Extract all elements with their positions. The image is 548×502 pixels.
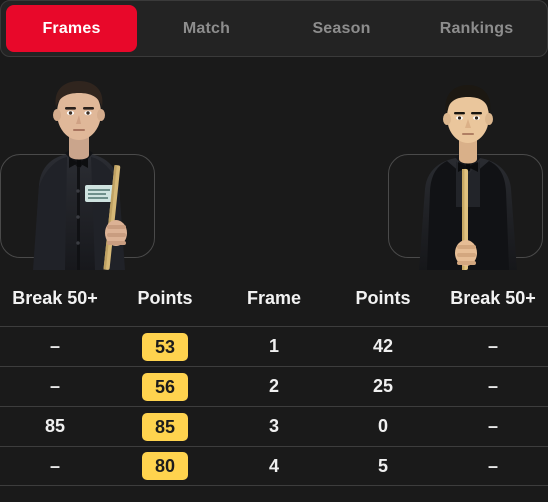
tab-season[interactable]: Season [276,5,407,52]
cell-points-right: 25 [372,376,394,396]
cell-break-left: – [49,455,60,476]
cell-break-right: – [487,416,498,436]
cell-break-right: – [487,455,498,476]
players-section [0,57,548,270]
cell-points-left: 85 [142,412,188,441]
cell-frame: 2 [268,376,279,396]
cell-points-left: 80 [142,452,188,480]
cell-break-left: – [49,336,60,356]
frames-screen: Frames Match Season Rankings Break 50+ P… [0,0,548,502]
header-break-left: Break 50+ [12,287,98,308]
cell-points-right: 42 [372,336,394,356]
cell-break-left: – [49,376,60,396]
tab-frames-label: Frames [42,19,101,37]
tab-bar: Frames Match Season Rankings [0,0,548,57]
player-photo-right-icon [383,57,548,270]
table-row[interactable]: – 56 2 25 – [0,366,548,406]
cell-frame: 3 [268,416,279,436]
tab-match-label: Match [182,19,231,37]
cell-break-left: 85 [44,416,66,436]
header-points-right: Points [355,287,411,308]
header-points-left: Points [137,287,193,308]
table-row[interactable]: 85 85 3 0 – [0,406,548,446]
table-header-row: Break 50+ Points Frame Points Break 50+ [0,270,548,326]
table-row[interactable]: – 53 1 42 – [0,326,548,366]
cell-break-right: – [487,376,498,396]
tab-rankings[interactable]: Rankings [411,5,542,52]
cell-frame: 1 [268,336,279,356]
tab-frames[interactable]: Frames [6,5,137,52]
frames-table: Break 50+ Points Frame Points Break 50+ … [0,270,548,486]
tab-match[interactable]: Match [141,5,272,52]
cell-points-left: 53 [142,332,188,361]
cell-points-right: 5 [377,455,388,476]
header-frame: Frame [246,287,302,308]
header-break-right: Break 50+ [450,287,536,308]
player-photo-left-icon [0,57,165,270]
player-right[interactable] [383,57,548,270]
tab-season-label: Season [312,19,371,37]
player-left[interactable] [0,57,165,270]
cell-break-right: – [487,336,498,356]
cell-points-left: 56 [142,372,188,401]
cell-frame: 4 [268,455,279,476]
table-row[interactable]: – 80 4 5 – [0,446,548,486]
cell-points-right: 0 [377,416,388,436]
tab-rankings-label: Rankings [439,19,514,37]
